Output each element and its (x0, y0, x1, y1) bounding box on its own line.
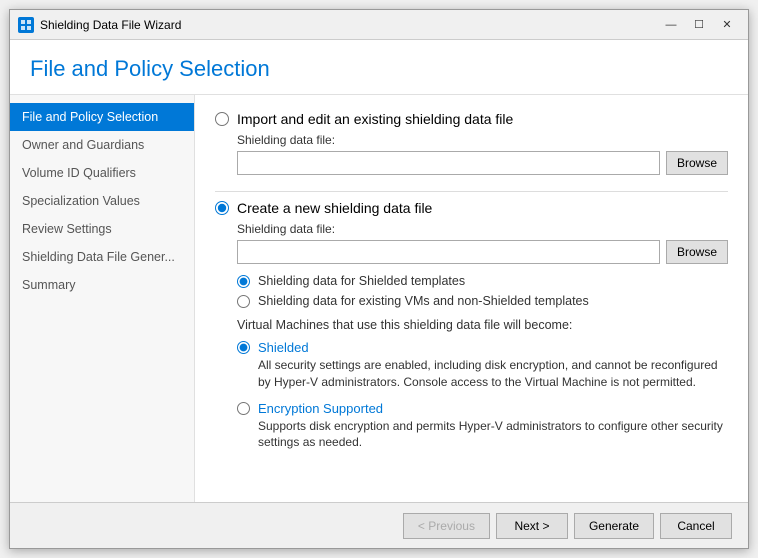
import-field-label: Shielding data file: (237, 133, 728, 147)
import-radio-label[interactable]: Import and edit an existing shielding da… (215, 111, 728, 127)
main-content: Import and edit an existing shielding da… (195, 95, 748, 502)
window-controls: — ☐ ✕ (658, 16, 740, 34)
existing-vms-radio[interactable] (237, 295, 250, 308)
next-button[interactable]: Next > (496, 513, 568, 539)
template-radio-group: Shielding data for Shielded templates Sh… (237, 274, 728, 308)
wizard-window: Shielding Data File Wizard — ☐ ✕ File an… (9, 9, 749, 549)
encryption-radio[interactable] (237, 402, 250, 415)
shielded-option: Shielded All security settings are enabl… (237, 340, 728, 391)
close-button[interactable]: ✕ (714, 16, 740, 34)
encryption-radio-label[interactable]: Encryption Supported (237, 401, 728, 416)
sidebar-item-owner-guardians[interactable]: Owner and Guardians (10, 131, 194, 159)
existing-vms-text: Shielding data for existing VMs and non-… (258, 294, 589, 308)
vm-section-label: Virtual Machines that use this shielding… (237, 318, 706, 332)
sidebar-item-review[interactable]: Review Settings (10, 215, 194, 243)
sidebar-item-generate[interactable]: Shielding Data File Gener... (10, 243, 194, 271)
create-browse-button[interactable]: Browse (666, 240, 728, 264)
sidebar-item-volume-id[interactable]: Volume ID Qualifiers (10, 159, 194, 187)
import-option-text: Import and edit an existing shielding da… (237, 111, 513, 127)
content-area: File and Policy Selection Owner and Guar… (10, 95, 748, 502)
vm-options: Shielded All security settings are enabl… (237, 340, 728, 451)
footer: < Previous Next > Generate Cancel (10, 502, 748, 548)
encryption-option: Encryption Supported Supports disk encry… (237, 401, 728, 452)
shielded-templates-radio[interactable] (237, 275, 250, 288)
sidebar-item-specialization[interactable]: Specialization Values (10, 187, 194, 215)
shielded-templates-text: Shielding data for Shielded templates (258, 274, 465, 288)
minimize-button[interactable]: — (658, 16, 684, 34)
create-file-input[interactable] (237, 240, 660, 264)
sidebar-item-file-policy[interactable]: File and Policy Selection (10, 103, 194, 131)
encryption-title: Encryption Supported (258, 401, 383, 416)
shielded-title: Shielded (258, 340, 309, 355)
window-body: File and Policy Selection File and Polic… (10, 40, 748, 548)
create-field-row: Browse (237, 240, 728, 264)
shielded-desc: All security settings are enabled, inclu… (258, 357, 728, 391)
create-option-text: Create a new shielding data file (237, 200, 432, 216)
create-radio-label[interactable]: Create a new shielding data file (215, 200, 728, 216)
sidebar: File and Policy Selection Owner and Guar… (10, 95, 195, 502)
create-radio[interactable] (215, 201, 229, 215)
import-radio[interactable] (215, 112, 229, 126)
divider (215, 191, 728, 192)
import-field-group: Shielding data file: Browse (237, 133, 728, 175)
generate-button[interactable]: Generate (574, 513, 654, 539)
import-field-row: Browse (237, 151, 728, 175)
create-field-label: Shielding data file: (237, 222, 728, 236)
import-browse-button[interactable]: Browse (666, 151, 728, 175)
import-file-input[interactable] (237, 151, 660, 175)
cancel-button[interactable]: Cancel (660, 513, 732, 539)
shielded-templates-label[interactable]: Shielding data for Shielded templates (237, 274, 728, 288)
page-title: File and Policy Selection (10, 40, 748, 95)
window-title: Shielding Data File Wizard (40, 18, 658, 32)
shielded-radio-label[interactable]: Shielded (237, 340, 728, 355)
sidebar-item-summary[interactable]: Summary (10, 271, 194, 299)
app-icon (18, 17, 34, 33)
shielded-radio[interactable] (237, 341, 250, 354)
title-bar: Shielding Data File Wizard — ☐ ✕ (10, 10, 748, 40)
create-field-group: Shielding data file: Browse (237, 222, 728, 264)
previous-button[interactable]: < Previous (403, 513, 490, 539)
encryption-desc: Supports disk encryption and permits Hyp… (258, 418, 728, 452)
maximize-button[interactable]: ☐ (686, 16, 712, 34)
create-section: Create a new shielding data file Shieldi… (215, 200, 728, 451)
existing-vms-label[interactable]: Shielding data for existing VMs and non-… (237, 294, 728, 308)
import-section: Import and edit an existing shielding da… (215, 111, 728, 175)
